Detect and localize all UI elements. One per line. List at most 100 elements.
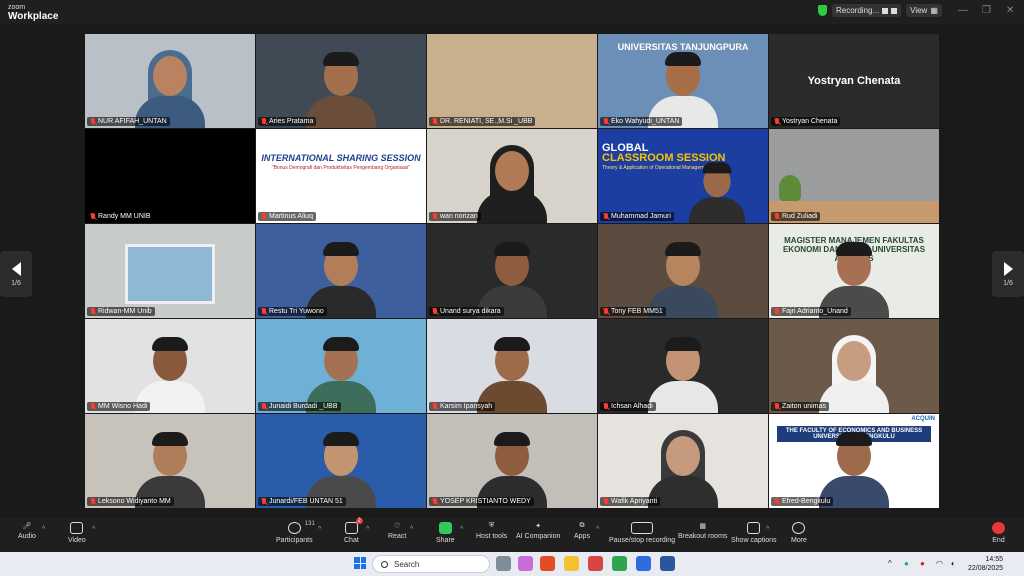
participant-tile[interactable]: DR. RENIATI, SE.,M.Si _UBB bbox=[427, 34, 597, 128]
participant-tile[interactable]: Ridwan-MM Unib bbox=[85, 224, 255, 318]
mic-tray-icon[interactable]: ● bbox=[920, 559, 925, 568]
torso-shape bbox=[306, 96, 376, 128]
participant-tile[interactable]: ACQUIN THE FACULTY OF ECONOMICS AND BUSIN… bbox=[769, 414, 939, 508]
host-tools-button[interactable]: ⛨ Host tools bbox=[476, 522, 507, 540]
apps-caret[interactable]: ^ bbox=[596, 526, 599, 533]
mic-muted-icon bbox=[90, 498, 96, 505]
participant-tile[interactable]: Aries Pratama bbox=[256, 34, 426, 128]
participant-tile[interactable]: NUR AFIFAH_UNTAN bbox=[85, 34, 255, 128]
next-page-button[interactable]: 1/6 bbox=[992, 251, 1024, 297]
file-explorer-icon[interactable] bbox=[564, 556, 579, 571]
participant-tile[interactable]: INTERNATIONAL SHARING SESSION "Bonus Demo… bbox=[256, 129, 426, 223]
participant-tile[interactable]: MAGISTER MANAJEMEN FAKULTAS EKONOMI DAN … bbox=[769, 224, 939, 318]
more-button[interactable]: More bbox=[791, 522, 807, 544]
minimize-icon[interactable]: — bbox=[958, 5, 968, 16]
participant-tile[interactable]: UNIVERSITAS TANJUNGPURA Eko Wahyudi_UNTAN bbox=[598, 34, 768, 128]
participant-tile[interactable]: Randy MM UNIB bbox=[85, 129, 255, 223]
participants-caret[interactable]: ^ bbox=[318, 526, 321, 533]
wifi-icon[interactable]: ◠ bbox=[936, 559, 943, 568]
participant-tile[interactable]: Yostryan Chenata Yostryan Chenata bbox=[769, 34, 939, 128]
share-button[interactable]: Share bbox=[436, 522, 455, 544]
taskbar-search[interactable]: Search bbox=[372, 555, 490, 573]
participant-name: Zaiton unimas bbox=[782, 403, 826, 410]
view-button[interactable]: View ▦ bbox=[906, 4, 942, 17]
participant-tile[interactable]: Leksono Widiyanto MM bbox=[85, 414, 255, 508]
ai-companion-label: AI Companion bbox=[516, 533, 561, 540]
participant-tile[interactable]: YOSEP KRISTIANTO WEDY bbox=[427, 414, 597, 508]
participant-tile[interactable]: Zaiton unimas bbox=[769, 319, 939, 413]
participant-name: Fajri Adrianto_Unand bbox=[782, 308, 848, 315]
word-icon[interactable] bbox=[660, 556, 675, 571]
mic-muted-icon bbox=[432, 213, 438, 220]
chrome-icon[interactable] bbox=[612, 556, 627, 571]
gallery-grid: NUR AFIFAH_UNTAN Aries Pratama DR. RENIATI… bbox=[85, 34, 939, 516]
audio-options-caret[interactable]: ^ bbox=[42, 526, 45, 533]
participant-tile[interactable]: Karsim Ipansyah bbox=[427, 319, 597, 413]
apps-button[interactable]: ⧉ Apps bbox=[574, 522, 590, 540]
chevron-right-icon bbox=[1003, 261, 1013, 276]
video-button[interactable]: Video bbox=[68, 522, 86, 544]
pause-icon[interactable] bbox=[882, 7, 889, 14]
volume-icon[interactable]: ◖ bbox=[950, 559, 955, 568]
participant-figure bbox=[648, 238, 718, 318]
chat-badge: 2 bbox=[355, 518, 363, 524]
recording-pill[interactable]: Recording... bbox=[832, 4, 902, 17]
windows-start-icon[interactable] bbox=[354, 557, 366, 569]
participant-figure bbox=[135, 428, 205, 508]
pause-recording-button[interactable]: Pause/stop recording bbox=[609, 522, 675, 544]
participant-tile[interactable]: Wafik Apriyanti bbox=[598, 414, 768, 508]
tray-app-icon[interactable]: ● bbox=[904, 559, 909, 568]
audio-button[interactable]: 🎤︎ Audio bbox=[18, 522, 36, 540]
participant-name-tag: YOSEP KRISTIANTO WEDY bbox=[429, 497, 534, 506]
end-label: End bbox=[992, 537, 1005, 544]
copilot-icon[interactable] bbox=[518, 556, 533, 571]
chat-button[interactable]: 2 Chat bbox=[344, 518, 363, 544]
participant-tile[interactable]: Restu Tri Yuwono bbox=[256, 224, 426, 318]
apps-label: Apps bbox=[574, 533, 590, 540]
chevron-up-icon[interactable]: ^ bbox=[888, 559, 892, 568]
participant-name-tag: Martinus Aliuq bbox=[258, 212, 316, 221]
meeting-stage: 1/6 NUR AFIFAH_UNTAN Aries Pratama DR. REN… bbox=[0, 24, 1024, 518]
participants-count: 131 bbox=[304, 521, 315, 527]
chat-caret[interactable]: ^ bbox=[366, 526, 369, 533]
mic-muted-icon bbox=[90, 118, 96, 125]
stop-icon[interactable] bbox=[891, 7, 898, 14]
microphone-icon: 🎤︎ bbox=[22, 523, 32, 530]
participants-icon: 131 bbox=[287, 521, 315, 534]
app-icon[interactable] bbox=[588, 556, 603, 571]
participant-tile[interactable]: Tony FEB MM51 bbox=[598, 224, 768, 318]
shield-icon bbox=[818, 5, 827, 16]
participant-tile[interactable]: Junaidi Burdadi _UBB bbox=[256, 319, 426, 413]
end-button[interactable]: End bbox=[992, 522, 1005, 544]
close-icon[interactable]: ✕ bbox=[1006, 5, 1014, 16]
taskbar-clock[interactable]: 14:55 22/08/2025 bbox=[968, 555, 1003, 573]
participant-name: Yostryan Chenata bbox=[782, 118, 838, 125]
chat-icon: 2 bbox=[344, 518, 363, 534]
react-button[interactable]: ♡ React bbox=[388, 522, 406, 540]
task-view-icon[interactable] bbox=[496, 556, 511, 571]
video-options-caret[interactable]: ^ bbox=[92, 526, 95, 533]
ai-companion-button[interactable]: ✦ AI Companion bbox=[516, 522, 560, 540]
maximize-icon[interactable]: ❐ bbox=[982, 5, 991, 16]
participant-tile[interactable]: Junardi/FEB UNTAN 51 bbox=[256, 414, 426, 508]
participant-tile[interactable]: Ichsan Alhadi bbox=[598, 319, 768, 413]
participant-tile[interactable]: Unand surya dikara bbox=[427, 224, 597, 318]
captions-caret[interactable]: ^ bbox=[766, 526, 769, 533]
participant-tile[interactable]: wan norizan bbox=[427, 129, 597, 223]
captions-button[interactable]: Show captions bbox=[731, 522, 777, 544]
participant-name-tag: Zaiton unimas bbox=[771, 402, 829, 411]
mic-muted-icon bbox=[774, 213, 780, 220]
participant-name-tag: Muhammad Jamuri bbox=[600, 212, 674, 221]
mic-muted-icon bbox=[432, 308, 438, 315]
participant-tile[interactable]: GLOBAL CLASSROOM SESSION Theory & Applicat… bbox=[598, 129, 768, 223]
app-icon[interactable] bbox=[540, 556, 555, 571]
prev-page-button[interactable]: 1/6 bbox=[0, 251, 32, 297]
torso-shape bbox=[689, 197, 745, 223]
participants-button[interactable]: 131 Participants bbox=[276, 521, 315, 544]
react-caret[interactable]: ^ bbox=[410, 526, 413, 533]
participant-tile[interactable]: MM Wisno Hadi bbox=[85, 319, 255, 413]
participant-tile[interactable]: Rud Zuliadi bbox=[769, 129, 939, 223]
share-caret[interactable]: ^ bbox=[460, 526, 463, 533]
zoom-taskbar-icon[interactable] bbox=[636, 556, 651, 571]
breakout-rooms-button[interactable]: ▦ Breakout rooms bbox=[678, 522, 727, 540]
